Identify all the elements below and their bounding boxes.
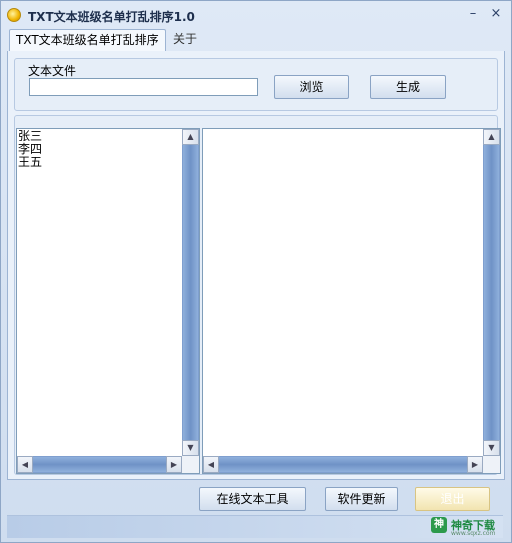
scroll-left-arrow-icon[interactable]: ◀ [17,456,33,473]
exit-button[interactable]: 退出 [415,487,490,511]
list-item[interactable]: 王五 [18,156,42,169]
result-vertical-scrollbar[interactable]: ▲ ▼ [483,129,500,456]
app-window: TXT文本班级名单打乱排序1.0 – × TXT文本班级名单打乱排序 关于 文本… [0,0,512,543]
tab-bar: TXT文本班级名单打乱排序 关于 [7,29,505,52]
watermark: 神 神奇下载 www.sqxz.com [431,517,495,537]
generate-button[interactable]: 生成 [370,75,446,99]
scroll-down-arrow-icon[interactable]: ▼ [182,440,199,456]
tab-about[interactable]: 关于 [167,29,203,50]
watermark-url: www.sqxz.com [451,530,496,537]
watermark-logo-icon: 神 [431,517,447,533]
scroll-thumb[interactable] [183,145,198,440]
scroll-right-arrow-icon[interactable]: ▶ [467,456,483,473]
source-vertical-scrollbar[interactable]: ▲ ▼ [182,129,199,456]
tab-panel: 文本文件 浏览 生成 张三 李四 王五 ▲ ▼ ◀ ▶ ▲ ▼ ◀ ▶ [7,51,505,480]
source-list-content: 张三 李四 王五 [18,130,42,169]
scroll-up-arrow-icon[interactable]: ▲ [483,129,500,145]
file-label: 文本文件 [28,64,77,78]
scroll-corner [182,456,199,473]
file-group: 文本文件 浏览 生成 [14,58,498,111]
file-path-input[interactable] [29,78,258,96]
result-horizontal-scrollbar[interactable]: ◀ ▶ [203,456,483,473]
scroll-down-arrow-icon[interactable]: ▼ [483,440,500,456]
scroll-thumb[interactable] [484,145,499,440]
app-icon [7,8,21,22]
source-horizontal-scrollbar[interactable]: ◀ ▶ [17,456,182,473]
scroll-right-arrow-icon[interactable]: ▶ [166,456,182,473]
online-text-tools-button[interactable]: 在线文本工具 [199,487,306,511]
scroll-corner [483,456,500,473]
source-list[interactable]: 张三 李四 王五 ▲ ▼ ◀ ▶ [16,128,200,474]
status-bar [7,515,503,538]
close-button[interactable]: × [487,6,505,22]
minimize-button[interactable]: – [464,6,482,22]
result-list[interactable]: ▲ ▼ ◀ ▶ [202,128,501,474]
tab-shuffle[interactable]: TXT文本班级名单打乱排序 [9,29,166,52]
software-update-button[interactable]: 软件更新 [325,487,398,511]
scroll-up-arrow-icon[interactable]: ▲ [182,129,199,145]
browse-button[interactable]: 浏览 [274,75,349,99]
window-title: TXT文本班级名单打乱排序1.0 [28,10,195,24]
title-bar: TXT文本班级名单打乱排序1.0 – × [1,1,511,29]
scroll-left-arrow-icon[interactable]: ◀ [203,456,219,473]
scroll-thumb[interactable] [33,457,166,472]
scroll-thumb[interactable] [219,457,467,472]
lists-group: 张三 李四 王五 ▲ ▼ ◀ ▶ ▲ ▼ ◀ ▶ [14,115,501,475]
